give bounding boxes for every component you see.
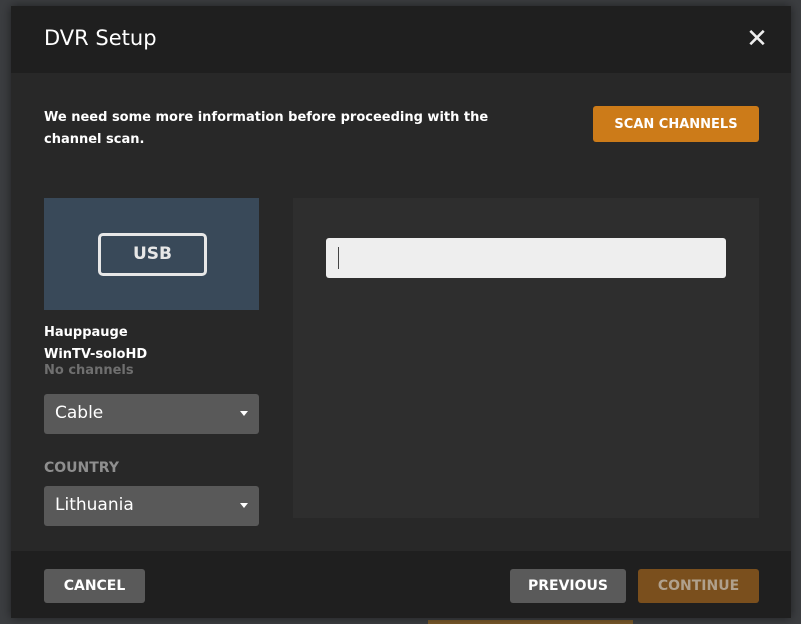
dialog-header: DVR Setup ✕ bbox=[11, 6, 791, 73]
usb-badge: USB bbox=[98, 233, 207, 276]
background-progress-bar bbox=[428, 620, 633, 624]
scan-channels-button[interactable]: SCAN CHANNELS bbox=[593, 106, 759, 142]
device-tile: USB bbox=[44, 198, 259, 310]
dialog-footer: CANCEL PREVIOUS CONTINUE bbox=[11, 551, 791, 618]
chevron-down-icon bbox=[240, 503, 248, 508]
text-cursor bbox=[338, 247, 339, 269]
source-type-select[interactable]: Cable bbox=[44, 394, 259, 434]
channel-panel bbox=[293, 198, 759, 518]
channels-count: No channels bbox=[44, 363, 134, 378]
previous-button[interactable]: PREVIOUS bbox=[510, 569, 626, 603]
close-icon[interactable]: ✕ bbox=[743, 25, 771, 53]
country-select[interactable]: Lithuania bbox=[44, 486, 259, 526]
dvr-setup-dialog: DVR Setup ✕ We need some more informatio… bbox=[11, 6, 791, 618]
dialog-body: We need some more information before pro… bbox=[11, 73, 791, 551]
info-text: We need some more information before pro… bbox=[44, 110, 489, 147]
chevron-down-icon bbox=[240, 411, 248, 416]
continue-button[interactable]: CONTINUE bbox=[638, 569, 759, 603]
dialog-title: DVR Setup bbox=[44, 26, 157, 50]
device-name-line1: Hauppauge bbox=[44, 325, 128, 340]
source-type-value: Cable bbox=[55, 403, 104, 423]
device-name-line2: WinTV-soloHD bbox=[44, 347, 148, 362]
country-value: Lithuania bbox=[55, 495, 134, 515]
country-label: COUNTRY bbox=[44, 460, 119, 476]
cancel-button[interactable]: CANCEL bbox=[44, 569, 145, 603]
search-input[interactable] bbox=[326, 238, 726, 278]
